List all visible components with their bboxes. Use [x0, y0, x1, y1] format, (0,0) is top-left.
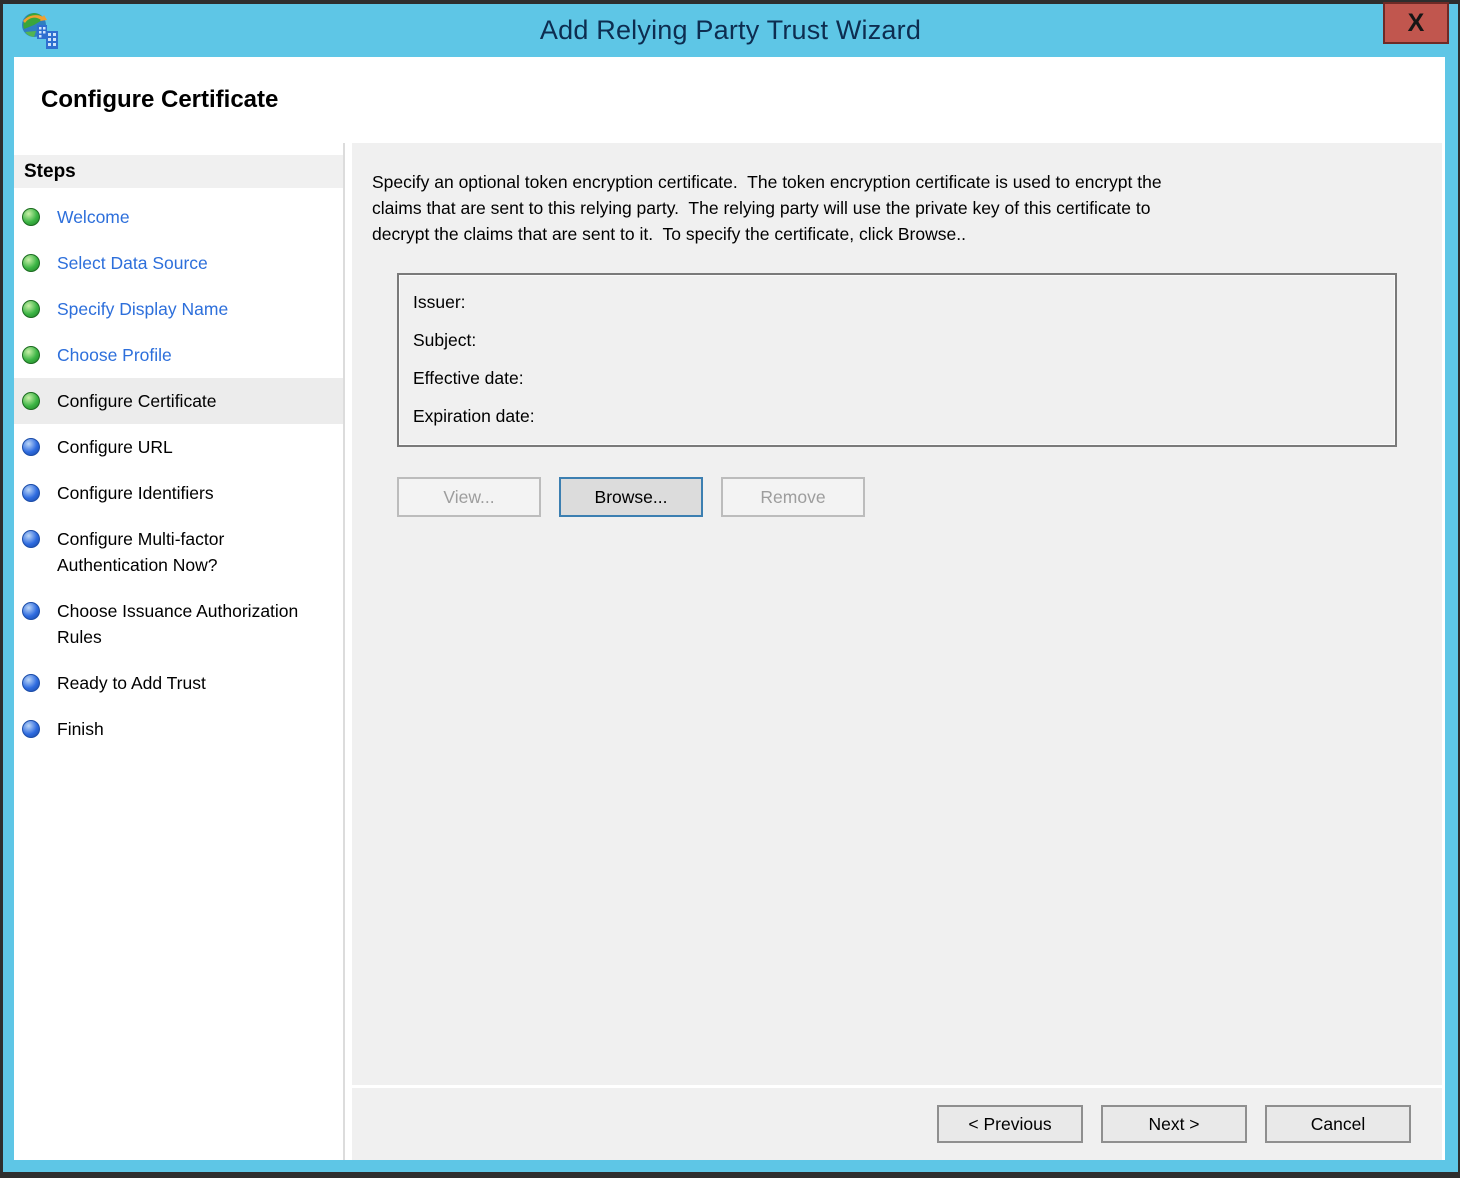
- cancel-button[interactable]: Cancel: [1265, 1105, 1411, 1143]
- step-status-icon: [22, 602, 40, 620]
- step-label: Configure Identifiers: [57, 483, 214, 503]
- sidebar-item-configure-certificate: Configure Certificate: [14, 378, 343, 424]
- sidebar-divider: [345, 143, 352, 1160]
- content-panel: Specify an optional token encryption cer…: [352, 143, 1442, 1160]
- browse-button[interactable]: Browse...: [559, 477, 703, 517]
- sidebar-item-choose-profile[interactable]: Choose Profile: [14, 332, 343, 378]
- certificate-field-label: Expiration date:: [413, 406, 535, 426]
- certificate-field-label: Effective date:: [413, 368, 524, 388]
- close-button[interactable]: X: [1383, 2, 1449, 44]
- step-status-icon: [22, 346, 40, 364]
- certificate-field-label: Subject:: [413, 330, 477, 350]
- remove-button: Remove: [721, 477, 865, 517]
- sidebar-item-finish: Finish: [14, 706, 343, 752]
- description-line: decrypt the claims that are sent to it. …: [372, 224, 966, 244]
- sidebar-item-specify-display-name[interactable]: Specify Display Name: [14, 286, 343, 332]
- step-label: Choose Profile: [57, 345, 172, 365]
- description-text: Specify an optional token encryption cer…: [372, 169, 1442, 247]
- sidebar-item-configure-identifiers: Configure Identifiers: [14, 470, 343, 516]
- step-status-icon: [22, 484, 40, 502]
- sidebar-item-welcome[interactable]: Welcome: [14, 194, 343, 240]
- sidebar-item-ready-to-add-trust: Ready to Add Trust: [14, 660, 343, 706]
- page-header: Configure Certificate: [14, 57, 1442, 143]
- step-status-icon: [22, 300, 40, 318]
- certificate-actions: View... Browse... Remove: [397, 477, 1442, 517]
- steps-heading: Steps: [14, 155, 343, 188]
- step-status-icon: [22, 392, 40, 410]
- step-status-icon: [22, 674, 40, 692]
- certificate-details-box: Issuer: Subject: Effective date: Expiration…: [397, 273, 1397, 447]
- sidebar-item-configure-url: Configure URL: [14, 424, 343, 470]
- step-label: Finish: [57, 719, 104, 739]
- steps-sidebar: Steps Welcome Select Data Source Specify D…: [14, 143, 345, 1160]
- view-button: View...: [397, 477, 541, 517]
- title-bar: Add Relying Party Trust Wizard X: [3, 2, 1458, 57]
- step-status-icon: [22, 720, 40, 738]
- previous-button[interactable]: < Previous: [937, 1105, 1083, 1143]
- steps-list: Welcome Select Data Source Specify Display…: [14, 194, 343, 752]
- step-label: Select Data Source: [57, 253, 208, 273]
- sidebar-item-choose-issuance-authorization-rules: Choose Issuance Authorization Rules: [14, 588, 343, 660]
- step-label: Ready to Add Trust: [57, 673, 206, 693]
- sidebar-item-select-data-source[interactable]: Select Data Source: [14, 240, 343, 286]
- step-label: Configure Certificate: [57, 391, 217, 411]
- step-status-icon: [22, 438, 40, 456]
- step-label: Welcome: [57, 207, 130, 227]
- step-label: Specify Display Name: [57, 299, 229, 319]
- next-button[interactable]: Next >: [1101, 1105, 1247, 1143]
- window-title: Add Relying Party Trust Wizard: [539, 15, 922, 45]
- step-status-icon: [22, 254, 40, 272]
- adfs-icon: [22, 13, 58, 49]
- wizard-window: Add Relying Party Trust Wizard X Configu…: [3, 2, 1458, 1172]
- sidebar-item-configure-multi-factor-authentication-now: Configure Multi-factor Authentication No…: [14, 516, 343, 588]
- step-label: Configure Multi-factor Authentication No…: [57, 529, 225, 575]
- description-line: Specify an optional token encryption cer…: [372, 172, 1162, 192]
- step-status-icon: [22, 208, 40, 226]
- step-label: Choose Issuance Authorization Rules: [57, 601, 299, 647]
- step-status-icon: [22, 530, 40, 548]
- certificate-field-label: Issuer:: [413, 292, 466, 312]
- description-line: claims that are sent to this relying par…: [372, 198, 1151, 218]
- page-title: Configure Certificate: [41, 86, 279, 113]
- step-label: Configure URL: [57, 437, 173, 457]
- footer-bar: < Previous Next > Cancel: [352, 1085, 1442, 1160]
